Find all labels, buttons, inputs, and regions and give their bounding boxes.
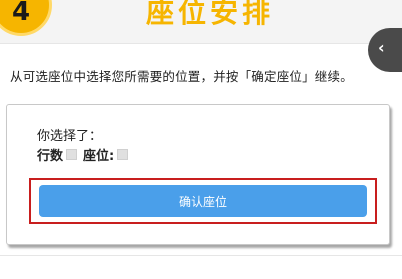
selection-heading: 你选择了： [37, 129, 103, 144]
page-header: 4 座位安排 [0, 0, 402, 44]
divider [0, 255, 402, 256]
seat-selection-card: 你选择了： 行数 座位: 确认座位 [6, 104, 390, 245]
seat-label: 座位: [83, 149, 115, 164]
page-title: 座位安排 [145, 0, 274, 29]
step-number-badge: 4 [0, 0, 52, 36]
back-button[interactable]: ‹ [368, 28, 402, 72]
row-label: 行数 [37, 149, 64, 164]
confirm-seat-button[interactable]: 确认座位 [39, 185, 367, 217]
selection-summary: 行数 座位: [37, 145, 134, 164]
row-value-placeholder [66, 149, 78, 160]
step-number: 4 [11, 0, 31, 27]
instruction-text: 从可选座位中选择您所需要的位置，并按「确定座位」继续。 [10, 69, 353, 84]
seat-value-placeholder [117, 149, 129, 160]
chevron-left-icon: ‹ [378, 38, 385, 57]
highlight-frame: 确认座位 [29, 178, 377, 224]
